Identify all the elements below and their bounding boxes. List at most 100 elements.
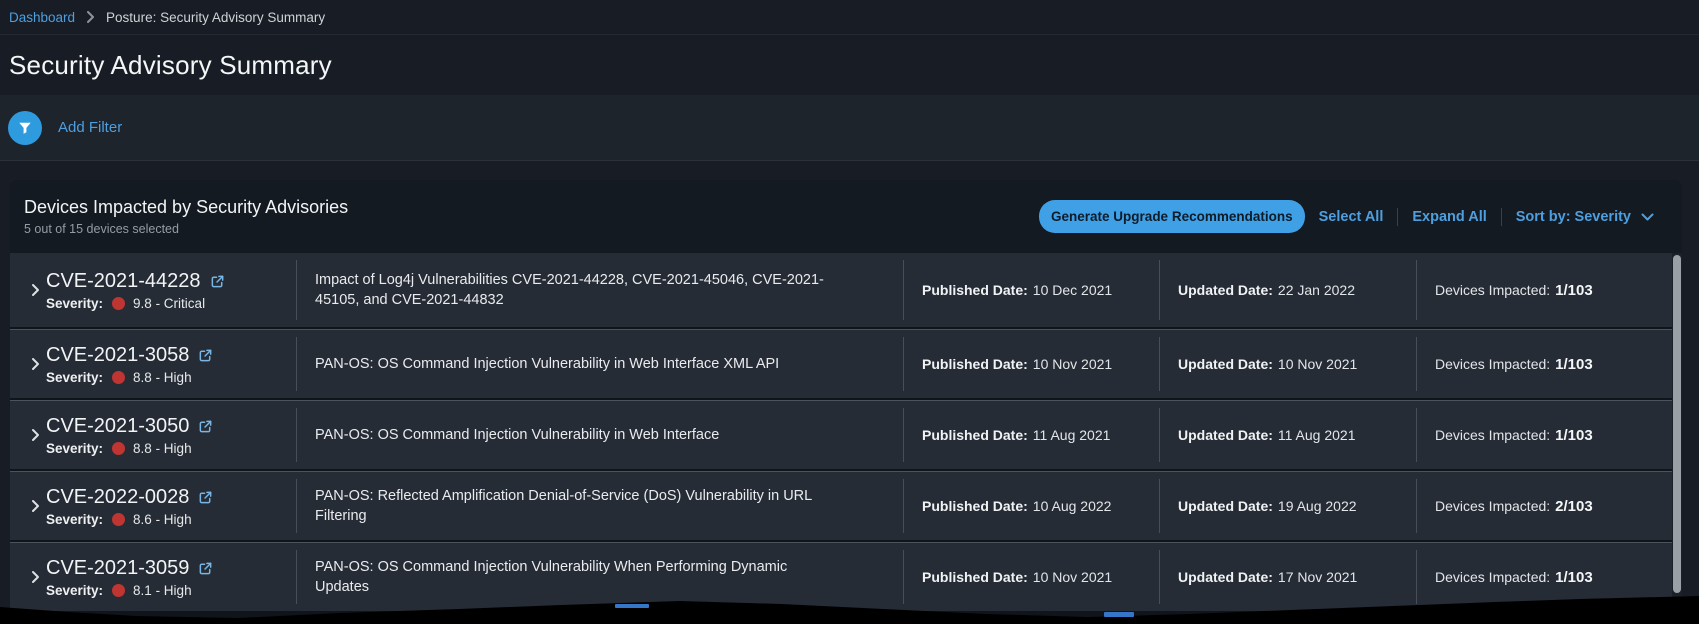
chevron-right-icon[interactable] bbox=[31, 284, 40, 297]
advisory-description: PAN-OS: OS Command Injection Vulnerabili… bbox=[315, 354, 779, 374]
updated-date-cell: Updated Date: 19 Aug 2022 bbox=[1159, 472, 1416, 540]
sort-by-label: Sort by: Severity bbox=[1516, 209, 1631, 225]
sort-by-dropdown[interactable]: Sort by: Severity bbox=[1516, 209, 1654, 225]
severity-line: Severity: 8.6 - High bbox=[46, 512, 192, 527]
devices-impacted-cell: Devices Impacted:1/103 bbox=[1416, 401, 1672, 469]
panel-header: Devices Impacted by Security Advisories … bbox=[10, 180, 1682, 253]
breadcrumb: Dashboard Posture: Security Advisory Sum… bbox=[0, 0, 1699, 35]
severity-line: Severity: 8.8 - High bbox=[46, 370, 192, 385]
cve-line: CVE-2021-3050 bbox=[46, 415, 213, 438]
severity-value: 8.8 - High bbox=[133, 370, 192, 385]
external-link-icon[interactable] bbox=[198, 348, 213, 363]
severity-label: Severity: bbox=[46, 296, 103, 311]
updated-date-label: Updated Date: bbox=[1178, 282, 1273, 298]
external-link-icon[interactable] bbox=[198, 561, 213, 576]
chevron-right-icon[interactable] bbox=[31, 429, 40, 442]
severity-line: Severity: 9.8 - Critical bbox=[46, 296, 205, 311]
published-date-cell: Published Date:11 Aug 2021 bbox=[903, 401, 1159, 469]
severity-dot-icon bbox=[112, 513, 125, 526]
published-date-value: 10 Dec 2021 bbox=[1033, 282, 1112, 298]
updated-date-cell: Updated Date: 10 Nov 2021 bbox=[1159, 330, 1416, 398]
updated-date-value: 19 Aug 2022 bbox=[1278, 498, 1357, 514]
severity-line: Severity: 8.8 - High bbox=[46, 441, 192, 456]
updated-date-cell: Updated Date:22 Jan 2022 bbox=[1159, 253, 1416, 327]
artifact-blue-dash bbox=[615, 604, 649, 608]
add-filter-link[interactable]: Add Filter bbox=[58, 119, 122, 136]
published-date-cell: Published Date:10 Aug 2022 bbox=[903, 472, 1159, 540]
external-link-icon[interactable] bbox=[198, 490, 213, 505]
advisory-description: PAN-OS: Reflected Amplification Denial-o… bbox=[315, 486, 841, 526]
severity-value: 9.8 - Critical bbox=[133, 296, 205, 311]
devices-impacted-panel: Devices Impacted by Security Advisories … bbox=[10, 180, 1682, 624]
devices-impacted-value: 1/103 bbox=[1555, 569, 1593, 586]
cve-line: CVE-2022-0028 bbox=[46, 486, 213, 509]
published-date-cell: Published Date:10 Dec 2021 bbox=[903, 253, 1159, 327]
published-date-label: Published Date: bbox=[922, 569, 1028, 585]
updated-date-label: Updated Date: bbox=[1178, 498, 1273, 514]
advisory-list: CVE-2021-44228 Severity: 9.8 - Critical … bbox=[10, 253, 1682, 611]
advisory-row: CVE-2021-3059 Severity: 8.1 - High PAN-O… bbox=[10, 542, 1672, 611]
devices-impacted-cell: Devices Impacted: 2/103 bbox=[1416, 472, 1672, 540]
select-all-link[interactable]: Select All bbox=[1319, 209, 1384, 225]
advisory-description: PAN-OS: OS Command Injection Vulnerabili… bbox=[315, 425, 719, 445]
cve-line: CVE-2021-44228 bbox=[46, 270, 225, 293]
advisory-summary-cell: CVE-2021-3058 Severity: 8.8 - High bbox=[10, 330, 296, 398]
updated-date-label: Updated Date: bbox=[1178, 427, 1273, 443]
severity-line: Severity: 8.1 - High bbox=[46, 583, 192, 598]
external-link-icon[interactable] bbox=[198, 419, 213, 434]
devices-impacted-value: 1/103 bbox=[1555, 356, 1593, 373]
cve-id-link[interactable]: CVE-2021-3058 bbox=[46, 344, 189, 367]
cve-id-link[interactable]: CVE-2022-0028 bbox=[46, 486, 189, 509]
advisory-description: Impact of Log4j Vulnerabilities CVE-2021… bbox=[315, 270, 841, 310]
filter-button[interactable] bbox=[8, 111, 42, 145]
devices-impacted-value: 2/103 bbox=[1555, 498, 1593, 515]
advisory-row: CVE-2021-3058 Severity: 8.8 - High PAN-O… bbox=[10, 329, 1672, 398]
published-date-cell: Published Date:10 Nov 2021 bbox=[903, 330, 1159, 398]
updated-date-label: Updated Date: bbox=[1178, 356, 1273, 372]
severity-dot-icon bbox=[112, 584, 125, 597]
advisory-row: CVE-2021-44228 Severity: 9.8 - Critical … bbox=[10, 253, 1672, 327]
chevron-right-icon[interactable] bbox=[31, 571, 40, 584]
page-title: Security Advisory Summary bbox=[9, 50, 332, 81]
generate-upgrade-recommendations-button[interactable]: Generate Upgrade Recommendations bbox=[1039, 200, 1305, 233]
panel-title: Devices Impacted by Security Advisories bbox=[24, 197, 348, 218]
advisory-summary-cell: CVE-2021-44228 Severity: 9.8 - Critical bbox=[10, 253, 296, 327]
severity-dot-icon bbox=[112, 371, 125, 384]
cve-line: CVE-2021-3059 bbox=[46, 557, 213, 580]
filter-funnel-icon bbox=[18, 121, 32, 135]
scrollbar-thumb[interactable] bbox=[1673, 255, 1681, 593]
chevron-right-icon[interactable] bbox=[31, 500, 40, 513]
published-date-value: 10 Aug 2022 bbox=[1033, 498, 1112, 514]
devices-impacted-cell: Devices Impacted: 1/103 bbox=[1416, 253, 1672, 327]
updated-date-value: 10 Nov 2021 bbox=[1278, 356, 1357, 372]
breadcrumb-current: Posture: Security Advisory Summary bbox=[106, 10, 325, 25]
external-link-icon[interactable] bbox=[210, 274, 225, 289]
cve-id-link[interactable]: CVE-2021-3050 bbox=[46, 415, 189, 438]
artifact-blue-dash bbox=[1104, 612, 1134, 617]
expand-all-link[interactable]: Expand All bbox=[1412, 209, 1486, 225]
severity-dot-icon bbox=[112, 297, 125, 310]
cve-id-link[interactable]: CVE-2021-3059 bbox=[46, 557, 189, 580]
devices-impacted-label: Devices Impacted: bbox=[1435, 427, 1550, 443]
published-date-label: Published Date: bbox=[922, 356, 1028, 372]
panel-header-titles: Devices Impacted by Security Advisories … bbox=[24, 197, 348, 236]
breadcrumb-dashboard-link[interactable]: Dashboard bbox=[9, 10, 75, 25]
severity-label: Severity: bbox=[46, 370, 103, 385]
divider bbox=[1397, 208, 1398, 226]
chevron-right-icon[interactable] bbox=[31, 358, 40, 371]
advisory-summary-cell: CVE-2021-3050 Severity: 8.8 - High bbox=[10, 401, 296, 469]
divider bbox=[1501, 208, 1502, 226]
devices-impacted-label: Devices Impacted: bbox=[1435, 498, 1550, 514]
devices-impacted-label: Devices Impacted: bbox=[1435, 282, 1550, 298]
severity-label: Severity: bbox=[46, 583, 103, 598]
advisory-description: PAN-OS: OS Command Injection Vulnerabili… bbox=[315, 557, 841, 597]
devices-impacted-label: Devices Impacted: bbox=[1435, 569, 1550, 585]
advisory-row: CVE-2021-3050 Severity: 8.8 - High PAN-O… bbox=[10, 400, 1672, 469]
devices-impacted-value: 1/103 bbox=[1555, 282, 1593, 299]
severity-dot-icon bbox=[112, 442, 125, 455]
advisory-description-cell: PAN-OS: OS Command Injection Vulnerabili… bbox=[296, 330, 903, 398]
cve-id-link[interactable]: CVE-2021-44228 bbox=[46, 270, 201, 293]
published-date-value: 10 Nov 2021 bbox=[1033, 569, 1112, 585]
page-title-bar: Security Advisory Summary bbox=[0, 35, 1699, 95]
updated-date-cell: Updated Date:17 Nov 2021 bbox=[1159, 543, 1416, 611]
